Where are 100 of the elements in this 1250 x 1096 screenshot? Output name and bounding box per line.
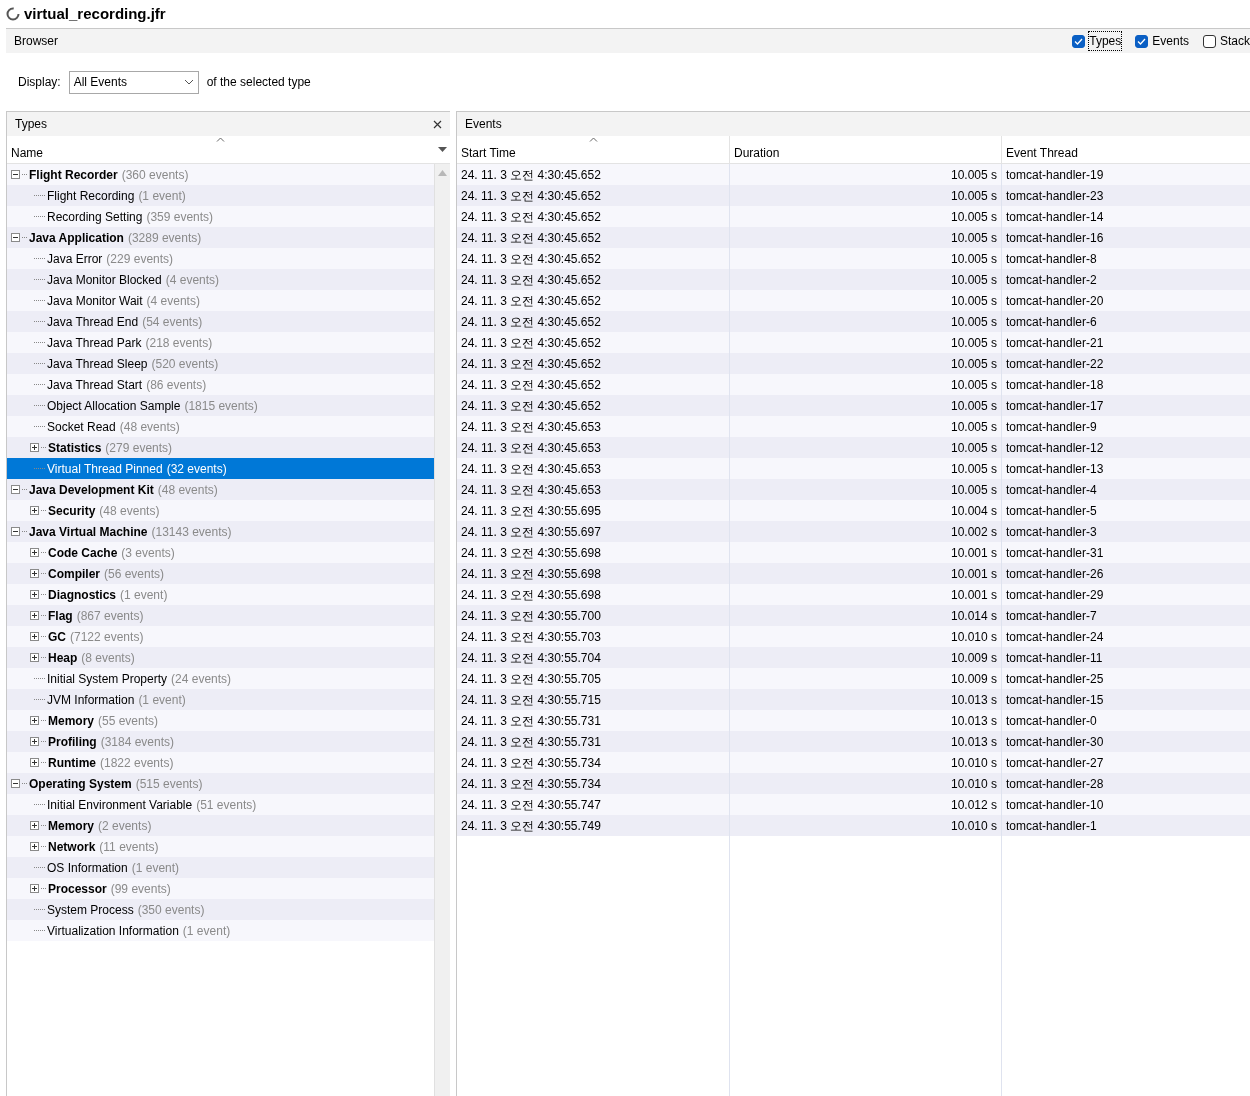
table-cell-text: 24. 11. 3 오전 4:30:55.698	[460, 565, 602, 583]
collapse-icon[interactable]	[11, 485, 20, 494]
window-title: virtual_recording.jfr	[24, 3, 166, 24]
event-count: (48 events)	[99, 502, 160, 520]
column-header[interactable]: Name	[7, 136, 434, 163]
column-header[interactable]: Start Time	[457, 136, 729, 163]
close-icon[interactable]	[433, 119, 442, 129]
tree-item[interactable]: Java Monitor Blocked (4 events)	[7, 269, 434, 290]
table-cell-text: 24. 11. 3 오전 4:30:55.698	[460, 544, 602, 562]
table-cell-text: 24. 11. 3 오전 4:30:55.747	[460, 796, 602, 814]
collapse-icon[interactable]	[11, 233, 20, 242]
collapse-icon[interactable]	[11, 527, 20, 536]
tree-item[interactable]: Java Application (3289 events)	[7, 227, 434, 248]
sort-caret-icon	[589, 137, 598, 142]
tree-item[interactable]: Flag (867 events)	[7, 605, 434, 626]
checkbox-label[interactable]: Events	[1152, 32, 1189, 50]
tree-item[interactable]: Virtualization Information (1 event)	[7, 920, 434, 941]
expand-icon[interactable]	[30, 842, 39, 851]
tree-item[interactable]: Memory (55 events)	[7, 710, 434, 731]
event-count: (4 events)	[146, 292, 200, 310]
expand-icon[interactable]	[30, 590, 39, 599]
display-dropdown[interactable]: All Events	[68, 70, 199, 94]
tree-item[interactable]: Profiling (3184 events)	[7, 731, 434, 752]
tree-item[interactable]: Heap (8 events)	[7, 647, 434, 668]
collapse-icon[interactable]	[11, 779, 20, 788]
table-cell-text: 24. 11. 3 오전 4:30:45.653	[460, 481, 602, 499]
tree-item[interactable]: OS Information (1 event)	[7, 857, 434, 878]
tree-item[interactable]: System Process (350 events)	[7, 899, 434, 920]
expand-icon[interactable]	[30, 821, 39, 830]
loading-spinner-icon	[6, 7, 20, 21]
table-cell-text: 24. 11. 3 오전 4:30:45.652	[460, 250, 602, 268]
scrollbar[interactable]	[434, 164, 450, 1096]
type-name: Memory	[48, 817, 94, 835]
tree-item[interactable]: Java Monitor Wait (4 events)	[7, 290, 434, 311]
expand-icon[interactable]	[30, 716, 39, 725]
type-name: Network	[48, 838, 96, 856]
event-count: (54 events)	[142, 313, 203, 331]
expand-icon[interactable]	[30, 548, 39, 557]
tree-item[interactable]: Code Cache (3 events)	[7, 542, 434, 563]
tree-item[interactable]: Object Allocation Sample (1815 events)	[7, 395, 434, 416]
expand-icon[interactable]	[30, 884, 39, 893]
expand-icon[interactable]	[30, 632, 39, 641]
event-count: (360 events)	[121, 166, 189, 184]
tree-item[interactable]: Initial System Property (24 events)	[7, 668, 434, 689]
type-name: Java Error	[47, 250, 103, 268]
tree-item[interactable]: Java Thread End (54 events)	[7, 311, 434, 332]
column-header[interactable]: Event Thread	[1001, 136, 1250, 163]
tree-item[interactable]: JVM Information (1 event)	[7, 689, 434, 710]
expand-icon[interactable]	[30, 737, 39, 746]
expand-icon[interactable]	[30, 758, 39, 767]
panel-tab[interactable]: Types	[15, 115, 47, 133]
table-cell: tomcat-handler-1	[1001, 815, 1250, 836]
tree-item[interactable]: Initial Environment Variable (51 events)	[7, 794, 434, 815]
checkbox-label[interactable]: Stack	[1220, 32, 1250, 50]
tree-item[interactable]: Java Error (229 events)	[7, 248, 434, 269]
tree-item[interactable]: Compiler (56 events)	[7, 563, 434, 584]
tree-item[interactable]: Memory (2 events)	[7, 815, 434, 836]
tree-item[interactable]: Security (48 events)	[7, 500, 434, 521]
expand-icon[interactable]	[30, 569, 39, 578]
event-count: (13143 events)	[151, 523, 232, 541]
type-name: Compiler	[48, 565, 100, 583]
tree-item[interactable]: Flight Recording (1 event)	[7, 185, 434, 206]
expand-icon[interactable]	[30, 611, 39, 620]
tree-item[interactable]: Java Thread Sleep (520 events)	[7, 353, 434, 374]
tree-item[interactable]: Processor (99 events)	[7, 878, 434, 899]
type-name: Operating System	[29, 775, 132, 793]
collapse-icon[interactable]	[11, 170, 20, 179]
tree-item[interactable]: Socket Read (48 events)	[7, 416, 434, 437]
tree-item[interactable]: Virtual Thread Pinned (32 events)	[7, 458, 434, 479]
table-cell-text: 24. 11. 3 오전 4:30:45.652	[460, 334, 602, 352]
event-count: (8 events)	[81, 649, 135, 667]
tree-item[interactable]: Java Thread Park (218 events)	[7, 332, 434, 353]
tree-item[interactable]: Java Thread Start (86 events)	[7, 374, 434, 395]
checkbox[interactable]	[1135, 34, 1149, 48]
expand-icon[interactable]	[30, 443, 39, 452]
type-name: JVM Information	[47, 691, 135, 709]
expand-icon[interactable]	[30, 653, 39, 662]
tree-item[interactable]: Statistics (279 events)	[7, 437, 434, 458]
type-name: Recording Setting	[47, 208, 143, 226]
tree-item[interactable]: Recording Setting (359 events)	[7, 206, 434, 227]
dropdown-arrow-icon[interactable]	[437, 147, 447, 152]
type-name: Virtual Thread Pinned	[47, 460, 163, 478]
type-name: Java Development Kit	[29, 481, 154, 499]
tree-item[interactable]: Diagnostics (1 event)	[7, 584, 434, 605]
type-name: Java Thread Sleep	[47, 355, 148, 373]
table-cell-text: 24. 11. 3 오전 4:30:55.700	[460, 607, 602, 625]
tree-item[interactable]: GC (7122 events)	[7, 626, 434, 647]
column-header[interactable]: Duration	[729, 136, 1001, 163]
checkbox[interactable]	[1203, 34, 1216, 48]
tree-item[interactable]: Flight Recorder (360 events)	[7, 164, 434, 185]
tree-item[interactable]: Java Virtual Machine (13143 events)	[7, 521, 434, 542]
panel-tab[interactable]: Events	[465, 115, 502, 133]
tree-item[interactable]: Operating System (515 events)	[7, 773, 434, 794]
tree-item[interactable]: Network (11 events)	[7, 836, 434, 857]
tree-item[interactable]: Java Development Kit (48 events)	[7, 479, 434, 500]
expand-icon[interactable]	[30, 506, 39, 515]
type-name: Java Thread End	[47, 313, 139, 331]
checkbox[interactable]	[1072, 34, 1086, 48]
tree-item[interactable]: Runtime (1822 events)	[7, 752, 434, 773]
checkbox-label[interactable]: Types	[1089, 32, 1122, 50]
